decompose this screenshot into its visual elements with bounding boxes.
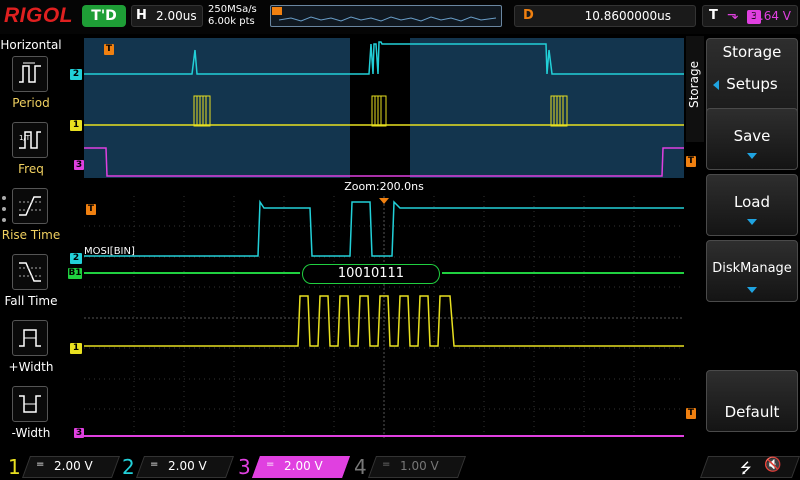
ch2-number: 2	[122, 455, 135, 479]
falling-edge-icon: ⬎	[727, 7, 739, 23]
load-label: Load	[734, 193, 770, 211]
zoom-ch1-offset-marker[interactable]: 1	[70, 343, 82, 354]
trigger-key: T	[709, 8, 718, 23]
ch3-offset-marker[interactable]: 3	[74, 160, 84, 170]
sample-rate: 250MSa/s	[208, 4, 257, 15]
brand-logo: RIGOL	[4, 4, 73, 27]
ch2-offset-marker[interactable]: 2	[70, 69, 82, 80]
period-icon	[12, 56, 48, 92]
setups-label: Setups	[726, 75, 778, 93]
disk-manage-label: DiskManage	[712, 261, 792, 276]
measure-rise-time[interactable]: Rise Time	[0, 188, 62, 250]
memory-waveform-thumbnail	[272, 7, 497, 22]
storage-title: Storage	[722, 43, 782, 61]
measure-frequency-label: Freq	[18, 162, 44, 176]
delay-key: D	[523, 8, 534, 23]
bus-label: MOSI[BIN]	[84, 246, 135, 257]
zoom-ch3-offset-marker[interactable]: 3	[74, 428, 84, 438]
timebase-value: 2.00us	[156, 9, 197, 23]
svg-text:1/T: 1/T	[19, 134, 31, 142]
ch4-coupling: =	[382, 459, 391, 470]
ch4-scale: 1.00 V	[400, 459, 439, 473]
negative-width-icon	[12, 386, 48, 422]
save-button[interactable]: Save	[706, 108, 798, 170]
ch1-number: 1	[8, 455, 21, 479]
frequency-icon: 1/T	[12, 122, 48, 158]
memory-depth: 6.00k pts	[208, 16, 255, 27]
speaker-muted-icon[interactable]: 🔇	[764, 457, 781, 473]
ch1-coupling: =	[36, 459, 45, 470]
memory-overview-band	[270, 5, 502, 27]
measure-period-label: Period	[12, 96, 50, 110]
rise-time-icon	[12, 188, 48, 224]
measure-negative-width[interactable]: -Width	[0, 386, 62, 448]
main-waveform-overview[interactable]	[84, 38, 684, 178]
decoded-bus-value: 10010111	[302, 264, 440, 284]
save-label: Save	[733, 127, 771, 145]
ch1-scale: 2.00 V	[54, 459, 93, 473]
ch4-number: 4	[354, 455, 367, 479]
overview-waveforms	[84, 38, 684, 178]
ch3-coupling: =	[266, 459, 275, 470]
default-label: Default	[724, 403, 780, 421]
chevron-down-icon	[747, 219, 757, 225]
measure-period[interactable]: Period	[0, 56, 62, 118]
ch3-number: 3	[238, 455, 251, 479]
measure-rise-time-label: Rise Time	[1, 228, 61, 242]
trigger-position-marker[interactable]: T	[104, 44, 114, 55]
menu-tab: Storage	[686, 36, 704, 142]
load-button[interactable]: Load	[706, 174, 798, 236]
horizontal-measure-menu: Horizontal Period 1/T Freq Rise Time Fal…	[0, 36, 62, 452]
bus-offset-marker[interactable]: B1	[68, 268, 82, 279]
measure-frequency[interactable]: 1/T Freq	[0, 122, 62, 184]
ch2-coupling: =	[150, 459, 159, 470]
trigger-status-badge: T'D	[82, 5, 126, 27]
acquisition-info: 250MSa/s 6.00k pts	[208, 4, 257, 28]
storage-menu: Storage Storage Setups Save Load DiskMan…	[686, 36, 800, 452]
measure-positive-width-label: +Width	[8, 360, 54, 374]
measure-positive-width[interactable]: +Width	[0, 320, 62, 382]
menu-title: Horizontal	[0, 38, 62, 52]
default-button[interactable]: Default	[706, 370, 798, 432]
trigger-level: 1.64 V	[752, 9, 791, 23]
horizontal-key: H	[136, 8, 147, 23]
chevron-down-icon	[747, 287, 757, 293]
measure-negative-width-label: -Width	[11, 426, 51, 440]
trigger-box[interactable]: T ⬎ 3 1.64 V	[702, 5, 798, 27]
channel-status-bar: 1 = 2.00 V 2 = 2.00 V 3 = 2.00 V 4 = 1.0…	[0, 452, 800, 480]
ch2-scale: 2.00 V	[168, 459, 207, 473]
zoom-timebase-label: Zoom:200.0ns	[344, 180, 424, 193]
ch1-status[interactable]: 1 = 2.00 V	[2, 454, 121, 480]
status-bar: RIGOL T'D H 2.00us 250MSa/s 6.00k pts D …	[0, 0, 800, 34]
measure-fall-time[interactable]: Fall Time	[0, 254, 62, 316]
usb-icon: ⭍	[740, 461, 752, 477]
zoom-waveform-window[interactable]	[84, 196, 684, 440]
ch3-status[interactable]: 3 = 2.00 V	[232, 454, 351, 480]
positive-width-icon	[12, 320, 48, 356]
ch4-status[interactable]: 4 = 1.00 V	[348, 454, 467, 480]
delay-box[interactable]: D 10.8600000us	[514, 5, 696, 27]
horizontal-timebase-box[interactable]: H 2.00us	[131, 5, 203, 27]
ch3-scale: 2.00 V	[284, 459, 323, 473]
delay-value: 10.8600000us	[584, 9, 671, 23]
zoom-ch2-offset-marker[interactable]: 2	[70, 253, 82, 264]
zoom-trigger-position-marker[interactable]: T	[86, 204, 96, 215]
disk-manage-button[interactable]: DiskManage	[706, 240, 798, 302]
ch2-status[interactable]: 2 = 2.00 V	[116, 454, 235, 480]
measure-fall-time-label: Fall Time	[4, 294, 58, 308]
zoom-waveforms	[84, 196, 684, 440]
ch1-offset-marker[interactable]: 1	[70, 120, 82, 131]
chevron-down-icon	[747, 153, 757, 159]
fall-time-icon	[12, 254, 48, 290]
